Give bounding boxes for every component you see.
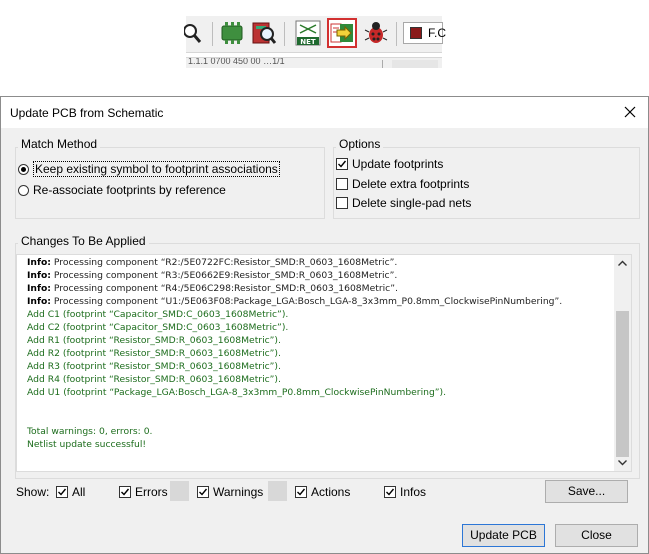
status-divider <box>382 60 383 68</box>
filter-warnings-label: Warnings <box>213 485 264 499</box>
close-icon[interactable] <box>620 102 640 122</box>
checkbox[interactable] <box>336 178 348 190</box>
options-label: Options <box>336 137 384 151</box>
warnings-color-swatch <box>268 481 287 501</box>
log-line: Add C1 (footprint “Capacitor_SMD:C_0603_… <box>27 308 617 321</box>
checkbox[interactable] <box>384 486 396 498</box>
layer-selector-label: F.C <box>428 26 446 40</box>
log-line-prefix: Info: <box>27 257 51 268</box>
checkbox[interactable] <box>295 486 307 498</box>
scroll-up-arrow-icon[interactable] <box>614 255 631 272</box>
checkbox[interactable] <box>56 486 68 498</box>
footprint-browser-icon[interactable] <box>250 19 278 47</box>
radio-keep-associations-label: Keep existing symbol to footprint associ… <box>33 161 280 177</box>
scroll-down-arrow-icon[interactable] <box>614 454 631 471</box>
toolbar-separator <box>396 22 397 46</box>
layer-selector[interactable]: F.C <box>403 22 446 44</box>
radio-keep-associations[interactable]: Keep existing symbol to footprint associ… <box>18 160 280 178</box>
checkbox-delete-single-pad-nets[interactable]: Delete single-pad nets <box>336 194 471 212</box>
filter-all-label: All <box>72 485 86 499</box>
zoom-area-icon[interactable] <box>183 19 204 47</box>
log-line: Add U1 (footprint “Package_LGA:Bosch_LGA… <box>27 386 617 399</box>
checkbox[interactable] <box>197 486 209 498</box>
errors-color-swatch <box>170 481 189 501</box>
changes-log[interactable]: Info: Processing component “R2:/5E0722FC… <box>16 254 632 472</box>
radio-button[interactable] <box>18 184 29 196</box>
filter-errors[interactable]: Errors <box>119 485 168 499</box>
status-text: 1.1.1 0700 450 00 …1/1 <box>188 57 285 66</box>
netlist-icon[interactable]: NET <box>294 19 322 47</box>
log-line-text: Processing component “R4:/5E06C298:Resis… <box>50 283 398 294</box>
log-line-prefix: Info: <box>27 296 51 307</box>
save-button[interactable]: Save... <box>545 480 628 503</box>
changes-label: Changes To Be Applied <box>18 234 149 248</box>
svg-text:NET: NET <box>300 38 316 46</box>
log-line: Info: Processing component “R2:/5E0722FC… <box>27 256 617 269</box>
log-line-text: Add R3 (footprint “Resistor_SMD:R_0603_1… <box>27 361 281 372</box>
toolbar-separator <box>284 22 285 46</box>
log-line-text: Processing component “R2:/5E0722FC:Resis… <box>50 257 398 268</box>
log-line: Add R4 (footprint “Resistor_SMD:R_0603_1… <box>27 373 617 386</box>
log-line-text: Add R4 (footprint “Resistor_SMD:R_0603_1… <box>27 374 281 385</box>
checkbox-update-footprints[interactable]: Update footprints <box>336 155 443 173</box>
update-pcb-button[interactable]: Update PCB <box>462 524 545 547</box>
delete-extra-footprints-label: Delete extra footprints <box>352 177 470 191</box>
log-line: Info: Processing component “U1:/5E063F08… <box>27 295 617 308</box>
checkbox[interactable] <box>336 197 348 209</box>
log-line-text: Processing component “U1:/5E063F08:Packa… <box>50 296 563 307</box>
log-line-text: Add R1 (footprint “Resistor_SMD:R_0603_1… <box>27 335 281 346</box>
log-line: Total warnings: 0, errors: 0. <box>27 425 617 438</box>
show-label: Show: <box>16 485 50 499</box>
radio-reassociate-label: Re-associate footprints by reference <box>33 183 226 197</box>
log-line-text: Total warnings: 0, errors: 0. <box>27 426 153 437</box>
checkbox-delete-extra-footprints[interactable]: Delete extra footprints <box>336 175 469 193</box>
log-line-text: Processing component “R3:/5E0662E9:Resis… <box>50 270 398 281</box>
log-line-prefix: Info: <box>27 270 51 281</box>
update-pcb-icon[interactable] <box>327 18 357 48</box>
checkbox[interactable] <box>336 158 348 170</box>
footprint-editor-icon[interactable] <box>218 19 246 47</box>
log-line-text: Add C2 (footprint “Capacitor_SMD:C_0603_… <box>27 322 289 333</box>
filter-actions[interactable]: Actions <box>295 485 350 499</box>
layer-color-swatch <box>410 27 422 39</box>
checkbox[interactable] <box>119 486 131 498</box>
log-scrollbar[interactable] <box>614 255 631 471</box>
match-method-label: Match Method <box>18 137 101 151</box>
log-line: Netlist update successful! <box>27 438 617 451</box>
filter-warnings[interactable]: Warnings <box>197 485 263 499</box>
log-line: Add R1 (footprint “Resistor_SMD:R_0603_1… <box>27 334 617 347</box>
log-lines: Info: Processing component “R2:/5E0722FC… <box>27 256 617 451</box>
filter-infos[interactable]: Infos <box>384 485 426 499</box>
status-strip: 1.1.1 0700 450 00 …1/1 <box>186 57 442 68</box>
filter-errors-label: Errors <box>135 485 168 499</box>
log-line-prefix: Info: <box>27 283 51 294</box>
filter-all[interactable]: All <box>56 485 85 499</box>
log-line-text: Netlist update successful! <box>27 439 147 450</box>
log-line: Info: Processing component “R3:/5E0662E9… <box>27 269 617 282</box>
radio-reassociate-footprints[interactable]: Re-associate footprints by reference <box>18 181 226 199</box>
scroll-thumb[interactable] <box>616 311 629 457</box>
log-line: Info: Processing component “R4:/5E06C298… <box>27 282 617 295</box>
filter-actions-label: Actions <box>311 485 351 499</box>
log-line: Add R2 (footprint “Resistor_SMD:R_0603_1… <box>27 347 617 360</box>
update-footprints-label: Update footprints <box>352 157 444 171</box>
log-line-text: Add C1 (footprint “Capacitor_SMD:C_0603_… <box>27 309 289 320</box>
dialog-titlebar: Update PCB from Schematic <box>1 97 648 128</box>
filter-infos-label: Infos <box>400 485 427 499</box>
log-line-text: Add U1 (footprint “Package_LGA:Bosch_LGA… <box>27 387 447 398</box>
toolbar-separator <box>212 22 213 46</box>
drc-icon[interactable] <box>362 19 390 47</box>
log-line-text: Add R2 (footprint “Resistor_SMD:R_0603_1… <box>27 348 281 359</box>
log-line: Add R3 (footprint “Resistor_SMD:R_0603_1… <box>27 360 617 373</box>
delete-single-pad-nets-label: Delete single-pad nets <box>352 196 472 210</box>
radio-button[interactable] <box>18 163 29 175</box>
status-field <box>392 60 438 68</box>
close-button[interactable]: Close <box>555 524 638 547</box>
dialog-title: Update PCB from Schematic <box>10 106 164 120</box>
log-line: Add C2 (footprint “Capacitor_SMD:C_0603_… <box>27 321 617 334</box>
